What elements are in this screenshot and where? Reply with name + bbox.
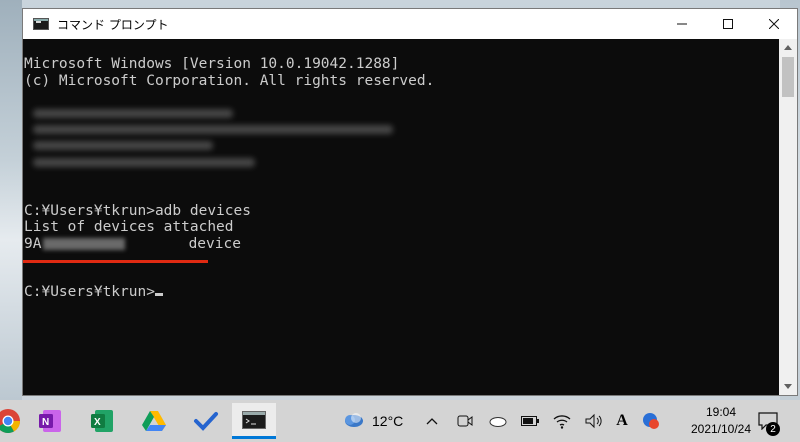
show-hidden-icons-button[interactable] (424, 412, 440, 430)
language-globe-icon (643, 413, 659, 429)
console-line: (c) Microsoft Corporation. All rights re… (24, 72, 435, 89)
video-camera-icon (457, 415, 473, 427)
console-line: Microsoft Windows [Version 10.0.19042.12… (24, 56, 400, 73)
taskbar-app-onenote[interactable]: N (28, 403, 72, 439)
wifi-icon[interactable] (552, 411, 572, 431)
scroll-up-button[interactable] (779, 39, 797, 56)
minimize-button[interactable] (659, 9, 705, 39)
scroll-down-button[interactable] (779, 378, 797, 395)
console-output[interactable]: Microsoft Windows [Version 10.0.19042.12… (23, 39, 779, 395)
redacted-line (24, 121, 779, 137)
volume-icon[interactable] (584, 411, 604, 431)
weather-icon[interactable] (342, 410, 366, 432)
chevron-up-icon (784, 45, 792, 50)
taskbar-app-google-drive[interactable] (132, 403, 176, 439)
text-cursor (154, 293, 163, 297)
device-status: device (188, 235, 241, 252)
google-drive-icon (142, 411, 166, 431)
redacted-line (24, 138, 779, 154)
onenote-icon: N (39, 410, 61, 432)
console-line: C:¥Users¥tkrun>adb devices (24, 202, 251, 219)
command-prompt-window[interactable]: コマンド プロンプト Microsoft Windows [Version 10… (22, 8, 798, 396)
wifi-icon (553, 415, 571, 429)
ime-mode-indicator[interactable]: A (614, 410, 630, 432)
svg-text:N: N (42, 417, 49, 428)
minimize-icon (677, 23, 687, 25)
cloud-icon (489, 417, 507, 427)
console-line: List of devices attached (24, 219, 234, 236)
vertical-scrollbar[interactable] (779, 39, 797, 395)
prompt-line: C:¥Users¥tkrun> (24, 284, 779, 300)
svg-text:X: X (94, 417, 101, 428)
redacted-line (24, 105, 779, 121)
todo-icon (194, 412, 218, 431)
battery-icon[interactable] (520, 412, 540, 430)
chevron-down-icon (784, 384, 792, 389)
maximize-icon (723, 19, 733, 29)
redacted-line (24, 154, 779, 170)
close-icon (769, 19, 779, 29)
clock-time: 19:04 (705, 405, 737, 419)
chrome-icon (0, 409, 21, 433)
device-serial-prefix: 9A (24, 235, 42, 252)
caption-buttons (659, 9, 797, 39)
weather-temperature[interactable]: 12°C (372, 413, 403, 429)
command-prompt-icon[interactable] (33, 18, 49, 30)
chevron-up-icon (426, 418, 438, 425)
notification-count-badge: 2 (766, 422, 780, 436)
taskbar-app-command-prompt[interactable] (232, 403, 276, 439)
excel-icon: X (91, 410, 113, 432)
prompt-text: C:¥Users¥tkrun> (24, 284, 155, 301)
desktop-wallpaper-left (0, 0, 22, 400)
taskbar-app-todo[interactable] (184, 403, 228, 439)
clock[interactable]: 19:04 2021/10/24 (688, 404, 754, 438)
scrollbar-thumb[interactable] (782, 57, 794, 97)
onedrive-icon[interactable] (488, 412, 508, 430)
meet-now-icon[interactable] (456, 412, 474, 430)
highlight-underline (23, 260, 208, 263)
window-title: コマンド プロンプト (57, 17, 169, 32)
device-serial-mask (43, 237, 126, 250)
cloud-rain-icon (345, 413, 363, 427)
clock-date: 2021/10/24 (690, 422, 752, 436)
maximize-button[interactable] (705, 9, 751, 39)
command-prompt-icon (242, 410, 266, 429)
taskbar-app-excel[interactable]: X (80, 403, 124, 439)
window-titlebar[interactable]: コマンド プロンプト (23, 9, 797, 39)
taskbar-app-chrome[interactable] (0, 403, 30, 439)
speaker-icon (585, 413, 602, 429)
battery-icon (521, 416, 539, 426)
input-method-icon[interactable] (640, 410, 662, 432)
taskbar: N X 12°C A 19:04 2021/10/24 2 (0, 400, 800, 442)
device-line: 9A device (24, 236, 779, 252)
close-button[interactable] (751, 9, 797, 39)
